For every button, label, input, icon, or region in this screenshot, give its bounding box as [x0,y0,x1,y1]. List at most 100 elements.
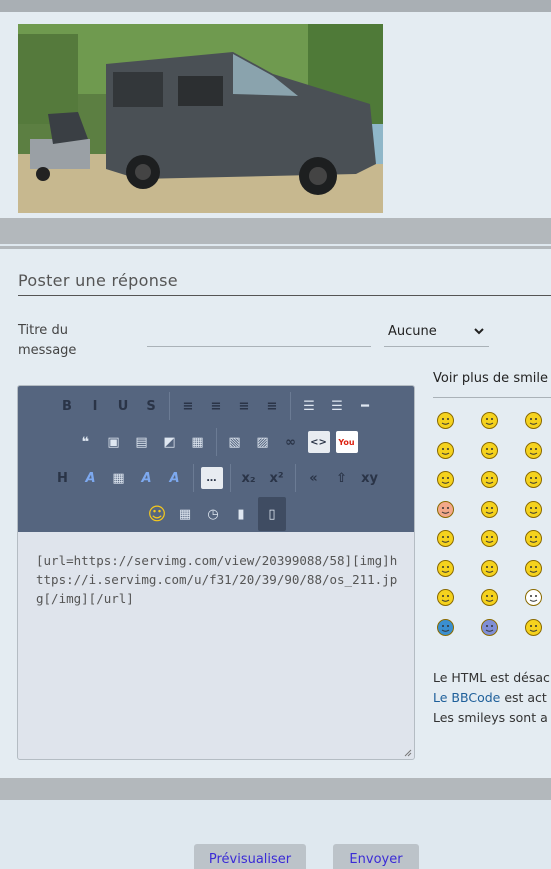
html-status: Le HTML est désac [433,670,550,685]
numbered-list-icon[interactable]: ☰ [326,395,348,417]
hide-icon[interactable]: ▤ [131,431,153,453]
reply-heading: Poster une réponse [18,271,178,290]
edit-box-icon[interactable]: ◩ [159,431,181,453]
time-icon[interactable]: ◷ [202,503,224,525]
toolbar-row: ☺ ▦ ◷ ▮ ▯ [18,496,414,532]
preview-button[interactable]: Prévisualiser [194,844,306,869]
undo-icon[interactable]: « [303,467,325,489]
blush-smiley-icon[interactable] [437,500,454,518]
evil-smiley-icon[interactable] [525,500,542,518]
table-icon[interactable]: ▦ [187,431,209,453]
quote-icon[interactable]: ❝ [75,431,97,453]
rolleyes-smiley-icon[interactable] [481,441,498,459]
image-upload-icon[interactable]: ▨ [252,431,274,453]
toolbar-row: B I U S ≡ ≡ ≡ ≡ ☰ ☰ ━ [18,388,414,424]
code-icon[interactable]: <> [307,431,330,453]
devil-smiley-icon[interactable] [437,530,454,547]
post-icon-select-value: Aucune [388,324,437,339]
idea-smiley-icon[interactable] [525,559,542,577]
align-left-icon[interactable]: ≡ [177,395,199,417]
confused-smiley-icon[interactable] [481,589,498,606]
bbcode-status: Le BBCode est act [433,688,550,708]
more-icon[interactable]: … [200,467,223,489]
exclaim-smiley-icon[interactable] [437,559,454,577]
font-face-icon[interactable]: A [164,467,186,489]
bbcode-link[interactable]: Le BBCode [433,690,500,705]
tongue-smiley-icon[interactable] [525,471,542,488]
post-icon-select[interactable]: Aucune [384,319,489,347]
editor-toolbar: B I U S ≡ ≡ ≡ ≡ ☰ ☰ ━ ❝ ▣ ▤ ◩ ▦ ▧ ▨ ∞ <> You H A ▦ A A… x₂ x² «⇧ xy ☺ ▦… [18,386,414,532]
posting-infos: Le HTML est désac Le BBCode est act Les … [433,668,550,728]
smile-smiley-icon[interactable] [437,441,454,459]
subject-label: Titre du message [18,323,77,358]
actions-panel: Prévisualiser Envoyer [0,800,551,869]
strike-icon[interactable]: S [140,395,162,417]
separator [0,218,551,244]
smilies-underline [433,397,551,398]
font-icon[interactable]: A [80,467,102,489]
resize-handle-icon[interactable] [404,749,412,757]
toolbar-row: H A ▦ A A… x₂ x² «⇧ xy [18,460,414,496]
date-icon[interactable]: ▦ [174,503,196,525]
bold-icon[interactable]: B [56,395,78,417]
sad-smiley-icon[interactable] [481,500,498,518]
subscript-icon[interactable]: x₂ [238,467,260,489]
skull-smiley-icon[interactable] [525,589,542,606]
paste-icon[interactable]: ▮ [230,503,252,525]
chevron-down-icon [474,328,484,335]
superscript-icon[interactable]: x² [266,467,288,489]
grin-smiley-icon[interactable] [437,471,454,488]
subject-input[interactable] [147,327,371,347]
bullet-list-icon[interactable]: ☰ [298,395,320,417]
top-bar [0,0,551,12]
send-button[interactable]: Envoyer [333,844,419,869]
more-smilies-link[interactable]: Voir plus de smile [433,371,548,386]
reply-panel: Poster une réponse Titre du message Aucu… [0,249,551,778]
source-mode-icon[interactable]: ▯ [258,497,286,531]
smileys-status: Les smileys sont a [433,710,548,725]
spoiler-icon[interactable]: ▣ [103,431,125,453]
post-panel [0,12,551,218]
toolbar-separator [169,392,170,420]
content-smiley-icon[interactable] [525,530,542,547]
post-image [18,24,383,213]
cool-smiley-icon[interactable] [525,441,542,459]
toolbar-separator [192,464,194,492]
font-size-icon[interactable]: A [136,467,158,489]
smiley-picker-icon[interactable]: ☺ [146,503,168,525]
puzzled-smiley-icon[interactable] [525,412,542,429]
horizontal-rule-icon[interactable]: ━ [354,395,376,417]
happy-smiley-icon[interactable] [437,412,454,429]
toolbar-row: ❝ ▣ ▤ ◩ ▦ ▧ ▨ ∞ <> You [18,424,414,460]
bbcode-status-text: est act [500,690,547,705]
align-justify-icon[interactable]: ≡ [261,395,283,417]
question-smiley-icon[interactable] [481,559,498,577]
align-right-icon[interactable]: ≡ [233,395,255,417]
link-icon[interactable]: ∞ [280,431,302,453]
toolbar-separator [290,392,291,420]
color-icon[interactable]: ▦ [108,467,130,489]
toolbar-separator [229,464,231,492]
van-photo [18,24,383,213]
message-textarea[interactable]: [url=https://servimg.com/view/20399088/5… [36,551,401,608]
pacman-smiley-icon[interactable] [437,589,454,606]
toolbar-separator [215,428,217,456]
separator [0,778,551,800]
align-center-icon[interactable]: ≡ [205,395,227,417]
heading-underline [18,295,551,296]
love-smiley-icon[interactable] [525,618,542,636]
wink-smiley-icon[interactable] [481,471,498,488]
star-smiley-icon[interactable] [437,618,454,636]
heading-icon[interactable]: H [52,467,74,489]
neutral-smiley-icon[interactable] [481,530,498,547]
redo-icon[interactable]: ⇧ [331,467,353,489]
toolbar-separator [294,464,296,492]
youtube-icon[interactable]: You [335,431,358,453]
message-editor[interactable]: B I U S ≡ ≡ ≡ ≡ ☰ ☰ ━ ❝ ▣ ▤ ◩ ▦ ▧ ▨ ∞ <> You H A ▦ A A… x₂ x² «⇧ xy ☺ ▦… [17,385,415,760]
image-icon[interactable]: ▧ [224,431,246,453]
replace-icon[interactable]: xy [359,467,381,489]
laughing-smiley-icon[interactable] [481,412,498,429]
italic-icon[interactable]: I [84,395,106,417]
underline-icon[interactable]: U [112,395,134,417]
alien-smiley-icon[interactable] [481,618,498,636]
